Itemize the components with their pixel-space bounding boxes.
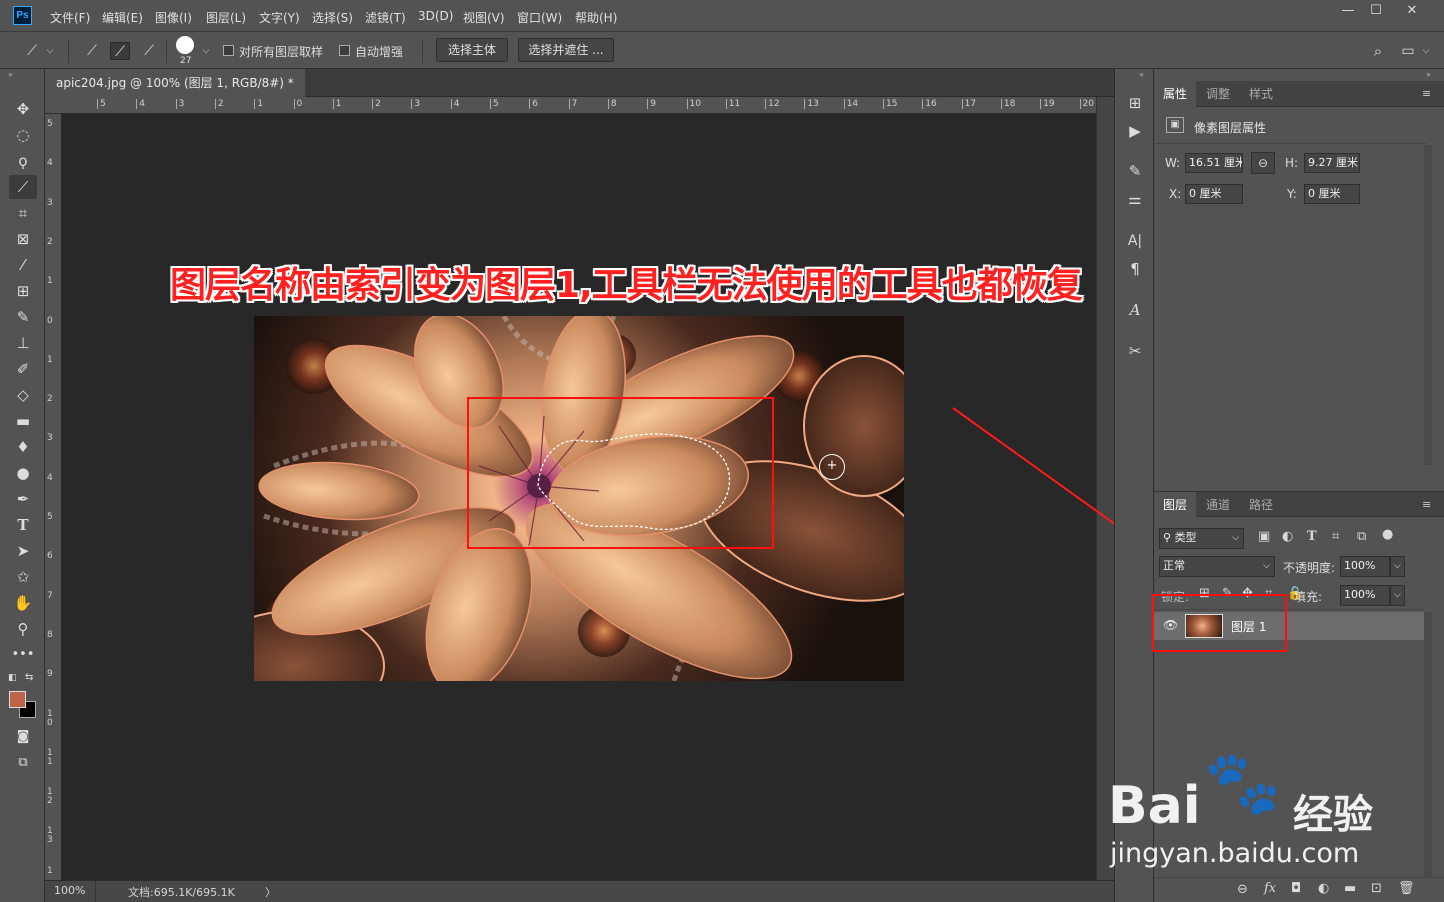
opacity-label: 不透明度:	[1283, 561, 1336, 575]
baidu-watermark: Bai 🐾 经验 jingyan.baidu.com	[1108, 746, 1438, 878]
filter-shape-icon[interactable]: ⌗	[1332, 529, 1339, 544]
filter-adjustment-icon[interactable]: ◐	[1282, 529, 1293, 544]
status-menu-arrow[interactable]: 〉	[265, 884, 276, 900]
watermark-brand: Bai	[1108, 776, 1201, 836]
search-icon: ⚲	[1163, 531, 1172, 544]
new-adjustment-icon[interactable]: ◐	[1318, 881, 1329, 896]
width-label: W:	[1165, 156, 1181, 170]
filter-pixel-icon[interactable]: ▣	[1258, 529, 1270, 544]
link-dimensions-icon[interactable]: ⊖	[1251, 152, 1275, 174]
blend-mode-value: 正常	[1163, 559, 1185, 572]
status-bar: 100% 文档:695.1K/695.1K 〉	[45, 880, 1114, 902]
divider	[95, 881, 96, 902]
brush-settings-icon[interactable]: ✎	[1123, 159, 1147, 183]
watermark-suffix: 经验	[1293, 792, 1373, 838]
tab-layers[interactable]: 图层	[1154, 492, 1197, 518]
layer-filter-value: 类型	[1174, 531, 1197, 544]
height-field[interactable]: 9.27 厘米	[1304, 153, 1360, 173]
paragraph-panel-icon[interactable]: ¶	[1123, 257, 1147, 281]
opacity-field[interactable]: 100%	[1340, 556, 1390, 577]
chevron-down-icon: ⌵	[1232, 533, 1239, 543]
fx-icon[interactable]: fx	[1264, 881, 1276, 896]
glyphs-panel-icon[interactable]: A	[1123, 298, 1147, 322]
tab-properties[interactable]: 属性	[1154, 81, 1197, 107]
y-field[interactable]: 0 厘米	[1304, 184, 1360, 204]
fill-field[interactable]: 100%	[1340, 585, 1390, 606]
x-field[interactable]: 0 厘米	[1185, 184, 1243, 204]
adjust-panel-icon[interactable]: ⚌	[1123, 187, 1147, 211]
tab-adjustments[interactable]: 调整	[1197, 81, 1239, 107]
fill-label: 填充:	[1294, 590, 1323, 604]
properties-header: 像素图层属性	[1194, 121, 1267, 135]
character-panel-icon[interactable]: A|	[1123, 229, 1147, 253]
paw-icon: 🐾	[1204, 746, 1282, 819]
collapse-arrows-icon[interactable]: «	[1139, 70, 1144, 79]
new-group-icon[interactable]: ▬	[1344, 881, 1356, 896]
blend-mode-dropdown[interactable]: 正常 ⌵	[1159, 556, 1275, 577]
filter-toggle-icon[interactable]: ●	[1382, 527, 1393, 542]
tools-preset-icon[interactable]: ✂	[1123, 339, 1147, 363]
document-size: 文档:695.1K/695.1K	[128, 886, 235, 899]
chevron-down-icon: ⌵	[1263, 561, 1270, 571]
watermark-url: jingyan.baidu.com	[1110, 838, 1360, 869]
collapse-arrows-icon[interactable]: »	[1426, 70, 1431, 79]
link-layers-icon[interactable]: ⊖	[1237, 882, 1248, 897]
panel-menu-icon[interactable]: ≡	[1422, 498, 1431, 511]
fill-dropdown-icon[interactable]: ⌵	[1390, 585, 1405, 606]
new-layer-icon[interactable]: ⊡	[1371, 881, 1382, 896]
annotation-layer-box	[1152, 594, 1287, 652]
layers-tabs: 图层 通道 路径 ≡	[1154, 491, 1444, 518]
layer-filter-dropdown[interactable]: ⚲ 类型 ⌵	[1159, 528, 1244, 549]
pixel-layer-icon: ▣	[1166, 117, 1184, 133]
tab-paths[interactable]: 路径	[1240, 492, 1282, 518]
y-label: Y:	[1287, 187, 1297, 201]
properties-tabs: 属性 调整 样式 ≡	[1154, 81, 1444, 107]
history-panel-icon[interactable]: ⊞	[1123, 91, 1147, 115]
height-label: H:	[1285, 156, 1299, 170]
zoom-level[interactable]: 100%	[54, 884, 85, 897]
filter-type-icon[interactable]: T	[1307, 529, 1317, 544]
width-field[interactable]: 16.51 厘米	[1185, 153, 1243, 173]
tab-styles[interactable]: 样式	[1240, 81, 1282, 107]
divider	[1154, 143, 1426, 144]
x-label: X:	[1169, 187, 1182, 201]
delete-layer-icon[interactable]: 🗑	[1398, 881, 1415, 896]
properties-scrollbar[interactable]	[1424, 145, 1432, 465]
tab-channels[interactable]: 通道	[1197, 492, 1239, 518]
opacity-dropdown-icon[interactable]: ⌵	[1390, 556, 1405, 577]
filter-smart-object-icon[interactable]: ⧉	[1357, 529, 1366, 544]
layers-footer: ⊖ fx ◘ ◐ ▬ ⊡ 🗑	[1154, 877, 1444, 902]
actions-panel-icon[interactable]: ▶	[1123, 119, 1147, 143]
add-mask-icon[interactable]: ◘	[1291, 881, 1301, 896]
panel-menu-icon[interactable]: ≡	[1422, 87, 1431, 100]
